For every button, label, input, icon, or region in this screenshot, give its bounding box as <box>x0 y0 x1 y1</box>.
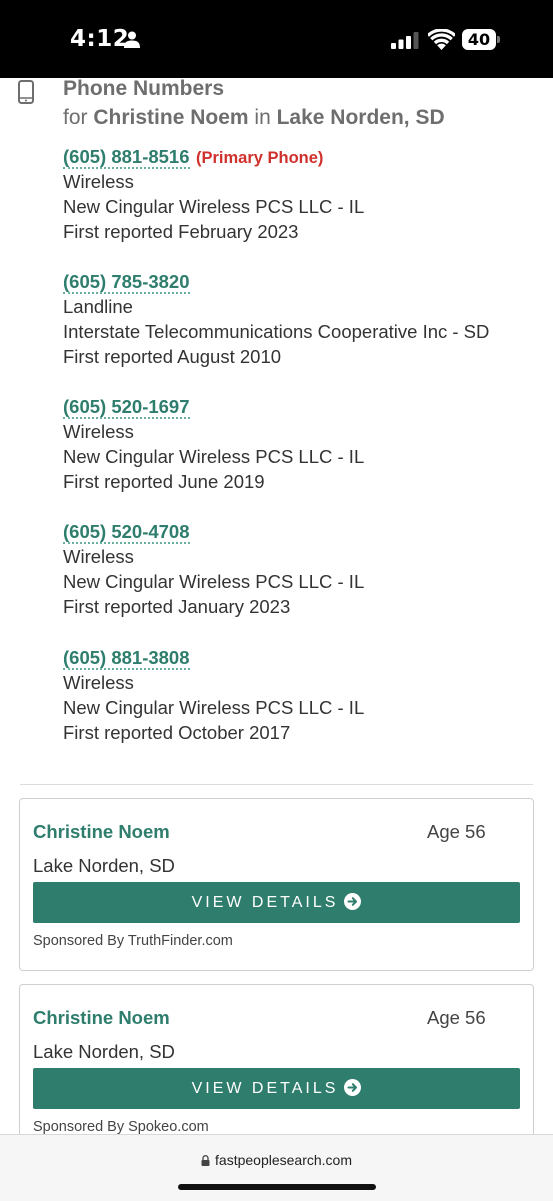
card-location: Lake Norden, SD <box>33 1041 175 1062</box>
phone-type: Wireless <box>63 421 134 442</box>
subtitle-for: for <box>63 106 88 129</box>
card-age: Age 56 <box>427 821 486 842</box>
status-bar: 4:12 40 <box>0 0 553 78</box>
phone-entry: (605) 785-3820 Landline Interstate Telec… <box>63 269 543 369</box>
phone-first-reported: First reported August 2010 <box>63 346 282 367</box>
subtitle-person-name: Christine Noem <box>93 106 249 129</box>
person-icon <box>124 31 140 48</box>
view-details-button[interactable]: VIEW DETAILS <box>33 1068 520 1109</box>
phone-type: Wireless <box>63 546 134 567</box>
home-indicator[interactable] <box>178 1184 376 1190</box>
result-card: Christine Noem Age 56 Lake Norden, SD VI… <box>19 984 534 1146</box>
result-card: Christine Noem Age 56 Lake Norden, SD VI… <box>19 798 534 971</box>
sponsored-by: Sponsored By Spokeo.com <box>33 1119 209 1135</box>
status-time: 4:12 <box>70 26 130 52</box>
signal-icon <box>391 32 419 49</box>
arrow-right-circle-icon <box>344 893 362 910</box>
phone-type: Landline <box>63 296 133 317</box>
phone-first-reported: First reported January 2023 <box>63 596 291 617</box>
phone-type: Wireless <box>63 171 134 192</box>
card-age: Age 56 <box>427 1007 486 1028</box>
primary-phone-tag: (Primary Phone) <box>195 149 324 167</box>
phone-carrier: New Cingular Wireless PCS LLC - IL <box>63 446 365 467</box>
card-person-name[interactable]: Christine Noem <box>33 1007 170 1029</box>
phone-number-link[interactable]: (605) 520-4708 <box>63 521 190 544</box>
view-details-button[interactable]: VIEW DETAILS <box>33 882 520 923</box>
view-details-label: VIEW DETAILS <box>191 1080 339 1097</box>
phone-carrier: Interstate Telecommunications Cooperativ… <box>63 321 490 342</box>
phone-first-reported: First reported June 2019 <box>63 471 265 492</box>
phone-number-link[interactable]: (605) 881-3808 <box>63 647 190 670</box>
battery-cap <box>497 36 500 43</box>
sponsored-by: Sponsored By TruthFinder.com <box>33 933 233 949</box>
phone-entry: (605) 520-4708 Wireless New Cingular Wir… <box>63 519 543 619</box>
arrow-right-circle-icon <box>344 1079 362 1096</box>
subtitle-location: Lake Norden, SD <box>276 106 445 129</box>
subtitle-in: in <box>254 106 271 129</box>
wifi-icon <box>428 29 455 50</box>
section-title: Phone Numbers <box>63 77 225 100</box>
phone-first-reported: First reported October 2017 <box>63 722 291 743</box>
browser-address-bar[interactable]: fastpeoplesearch.com <box>0 1134 553 1201</box>
phone-entry: (605) 881-3808 Wireless New Cingular Wir… <box>63 645 543 745</box>
phone-type: Wireless <box>63 672 134 693</box>
battery-icon: 40 <box>462 29 500 50</box>
view-details-label: VIEW DETAILS <box>191 894 339 911</box>
phone-carrier: New Cingular Wireless PCS LLC - IL <box>63 571 365 592</box>
phone-number-link[interactable]: (605) 881-8516 <box>63 146 190 169</box>
section-divider <box>20 784 533 785</box>
url-text: fastpeoplesearch.com <box>215 1152 352 1168</box>
phone-entry: (605) 881-8516 (Primary Phone) Wireless … <box>63 144 543 244</box>
phone-first-reported: First reported February 2023 <box>63 221 299 242</box>
phone-carrier: New Cingular Wireless PCS LLC - IL <box>63 196 365 217</box>
section-subtitle: for Christine Noem in Lake Norden, SD <box>63 106 445 130</box>
card-person-name[interactable]: Christine Noem <box>33 821 170 843</box>
mobile-phone-icon <box>18 80 34 104</box>
phone-number-link[interactable]: (605) 785-3820 <box>63 271 190 294</box>
lock-icon <box>201 1155 210 1166</box>
phone-number-link[interactable]: (605) 520-1697 <box>63 396 190 419</box>
phone-carrier: New Cingular Wireless PCS LLC - IL <box>63 697 365 718</box>
phone-entry: (605) 520-1697 Wireless New Cingular Wir… <box>63 394 543 494</box>
url-line[interactable]: fastpeoplesearch.com <box>0 1152 553 1168</box>
battery-level: 40 <box>462 29 496 50</box>
card-location: Lake Norden, SD <box>33 855 175 876</box>
